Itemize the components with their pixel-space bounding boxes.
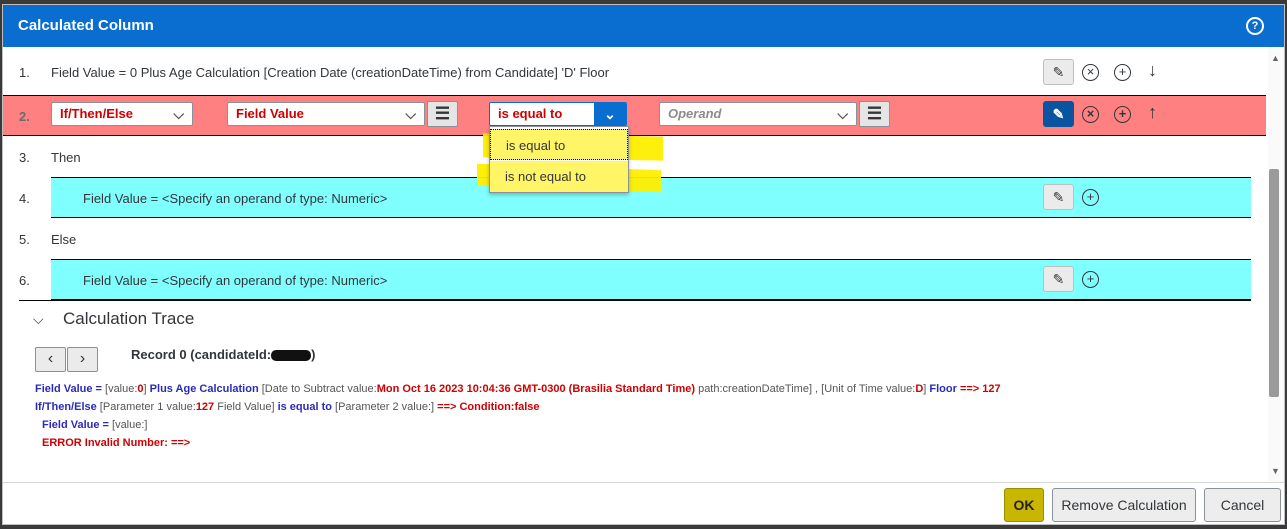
scroll-up-icon[interactable]: ▲ [1271, 53, 1280, 63]
edit-button[interactable]: ✎ [1043, 59, 1074, 85]
scrollbar-thumb[interactable] [1269, 169, 1279, 397]
close-circle-icon[interactable]: × [1082, 64, 1099, 81]
trace-token: [Parameter 2 value:] [331, 401, 438, 413]
operand-placeholder: Operand [668, 106, 722, 121]
trace-line-4: ERROR Invalid Number: ==> [42, 437, 190, 449]
trace-token: path:creationDateTime] , [Unit of Time v… [695, 383, 916, 395]
operand-menu-button[interactable]: ☰ [859, 101, 890, 127]
field-select[interactable]: Field Value ⌵ [227, 102, 425, 126]
cancel-button[interactable]: Cancel [1204, 488, 1281, 522]
trace-token: ==> Condition:false [437, 401, 540, 413]
calc-row-1: 1. Field Value = 0 Plus Age Calculation … [3, 52, 1266, 93]
trace-line-3: Field Value = [value:] [42, 419, 147, 431]
type-select-value: If/Then/Else [60, 106, 133, 121]
previous-record-button[interactable]: ‹ [35, 347, 66, 372]
row-number: 6. [19, 273, 30, 288]
chevron-down-icon: ⌵ [33, 311, 44, 327]
trace-token: Field Value = [42, 419, 109, 431]
record-label-text: Record 0 (candidateId: [131, 347, 272, 362]
pencil-icon: ✎ [1052, 64, 1065, 80]
row-number: 2. [19, 109, 30, 124]
edit-button[interactable]: ✎ [1043, 266, 1074, 292]
trace-token: If/Then/Else [35, 401, 97, 413]
trace-token: Field Value = [35, 383, 102, 395]
operator-select[interactable]: is equal to ⌄ [489, 102, 627, 126]
calculation-rows: 1. Field Value = 0 Plus Age Calculation … [3, 47, 1266, 482]
row-text: Then [51, 150, 81, 165]
field-select-value: Field Value [236, 106, 304, 121]
trace-token: [value:] [108, 419, 148, 431]
chevron-down-icon: ⌵ [173, 106, 184, 122]
pencil-icon: ✎ [1052, 106, 1065, 122]
chevron-down-icon: ⌵ [837, 106, 848, 122]
row-text: Field Value = 0 Plus Age Calculation [Cr… [51, 65, 610, 80]
trace-token: 127 [195, 401, 215, 413]
arrow-up-icon[interactable]: ↑ [1148, 102, 1157, 123]
chevron-down-icon: ⌵ [405, 106, 416, 122]
row-text: Field Value = <Specify an operand of typ… [83, 191, 388, 206]
calc-row-6: 6. Field Value = <Specify an operand of … [3, 260, 1266, 301]
vertical-scrollbar[interactable]: ▲ ▼ [1268, 47, 1284, 482]
calc-row-5: 5. Else [3, 219, 1266, 260]
trace-token: ERROR Invalid Number: ==> [42, 437, 191, 449]
dialog-title: Calculated Column [18, 17, 154, 34]
plus-circle-icon[interactable]: + [1114, 106, 1131, 123]
trace-line-1: Field Value = [value:0] Plus Age Calcula… [35, 383, 1001, 395]
hamburger-icon: ☰ [866, 104, 883, 123]
chevron-left-icon: ‹ [47, 350, 54, 367]
trace-line-2: If/Then/Else [Parameter 1 value:127 Fiel… [35, 401, 540, 413]
edit-button[interactable]: ✎ [1043, 101, 1074, 127]
row-number: 1. [19, 65, 30, 80]
operand-select[interactable]: Operand ⌵ [659, 102, 857, 126]
hamburger-icon: ☰ [434, 104, 451, 123]
record-label-suffix: ) [311, 347, 316, 362]
row-text: Else [51, 232, 77, 247]
pencil-icon: ✎ [1052, 189, 1065, 205]
ok-button[interactable]: OK [1004, 488, 1044, 522]
trace-token: [value: [101, 383, 138, 395]
trace-token: Floor [929, 383, 957, 395]
trace-token: Plus Age Calculation [149, 383, 259, 395]
row-number: 4. [19, 191, 30, 206]
dropdown-option[interactable]: is not equal to [490, 161, 628, 192]
arrow-down-icon[interactable]: ↓ [1148, 60, 1157, 81]
row-number: 3. [19, 150, 30, 165]
calculated-column-dialog: Calculated Column ? 1. Field Value = 0 P… [2, 4, 1285, 525]
trace-token: Field Value] [214, 401, 278, 413]
close-circle-icon[interactable]: × [1082, 106, 1099, 123]
type-select[interactable]: If/Then/Else ⌵ [51, 102, 193, 126]
help-icon[interactable]: ? [1246, 17, 1264, 35]
next-record-button[interactable]: › [67, 347, 98, 372]
dialog-titlebar: Calculated Column ? [3, 5, 1284, 47]
chevron-right-icon: › [79, 350, 86, 367]
chevron-down-icon: ⌄ [594, 103, 626, 125]
field-menu-button[interactable]: ☰ [427, 101, 458, 127]
trace-token: Mon Oct 16 2023 10:04:36 GMT-0300 (Brasi… [376, 383, 696, 395]
dialog-footer: OK Remove Calculation Cancel [3, 482, 1284, 524]
redacted-id [271, 350, 312, 362]
plus-circle-icon[interactable]: + [1114, 64, 1131, 81]
plus-circle-icon[interactable]: + [1082, 189, 1099, 206]
row-text: Field Value = <Specify an operand of typ… [83, 273, 388, 288]
trace-token: [Parameter 1 value: [96, 401, 196, 413]
trace-token: ==> 127 [956, 383, 1001, 395]
edit-button[interactable]: ✎ [1043, 184, 1074, 210]
operator-dropdown-list: is equal to is not equal to [489, 126, 629, 193]
row-divider [19, 300, 1251, 301]
dropdown-option[interactable]: is equal to [490, 129, 628, 160]
trace-token: is equal to [277, 401, 332, 413]
operator-select-value: is equal to [498, 106, 563, 121]
scroll-down-icon[interactable]: ▼ [1271, 466, 1280, 476]
remove-calculation-button[interactable]: Remove Calculation [1052, 488, 1196, 522]
trace-title: Calculation Trace [63, 309, 195, 328]
row-number: 5. [19, 232, 30, 247]
record-label: Record 0 (candidateId:) [131, 347, 315, 362]
calc-row-2: 2. If/Then/Else ⌵ Field Value ⌵ ☰ is equ… [3, 95, 1266, 136]
trace-token: [Date to Subtract value: [258, 383, 377, 395]
pencil-icon: ✎ [1052, 271, 1065, 287]
plus-circle-icon[interactable]: + [1082, 271, 1099, 288]
